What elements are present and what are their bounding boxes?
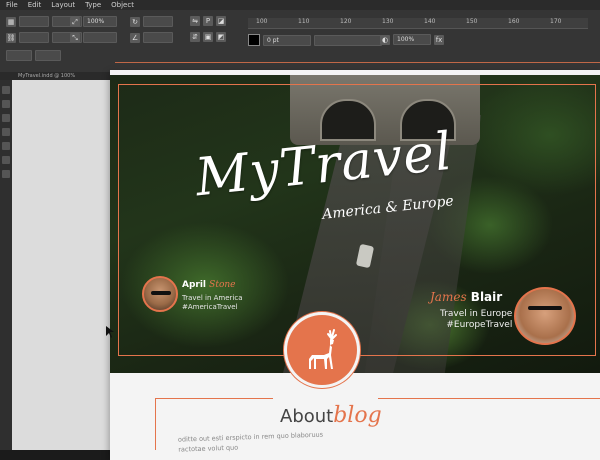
stroke-color-swatch[interactable] — [248, 34, 260, 46]
effects-icon[interactable]: fx — [434, 34, 444, 45]
ruler-tick: 100 — [256, 18, 268, 25]
shear-field[interactable] — [143, 32, 173, 43]
author-hashtag: #AmericaTravel — [182, 303, 238, 311]
rotate-field[interactable] — [143, 16, 173, 27]
menu-edit[interactable]: Edit — [28, 0, 42, 10]
flip-vertical-icon[interactable]: ⇵ — [190, 32, 200, 42]
ruler-tick: 150 — [466, 18, 478, 25]
ruler-tick: 120 — [340, 18, 352, 25]
author-tagline: Travel in Europe — [440, 309, 513, 319]
scale-field[interactable] — [6, 50, 32, 61]
zoom-field[interactable]: 100% — [83, 16, 117, 27]
author-info-left[interactable]: Travel in America #AmericaTravel — [182, 294, 243, 312]
about-accent: blog — [333, 403, 382, 428]
author-info-right[interactable]: Travel in Europe #EuropeTravel — [440, 309, 512, 331]
flip-horizontal-icon[interactable]: ⇋ — [190, 16, 200, 26]
stroke-type-select[interactable] — [314, 34, 382, 46]
selection-tool-icon[interactable] — [2, 86, 10, 94]
menu-bar: File Edit Layout Type Object — [0, 0, 600, 10]
y-field[interactable] — [19, 32, 49, 43]
author-name-left[interactable]: April Stone — [182, 280, 236, 290]
type-tool-icon[interactable] — [2, 142, 10, 150]
author-tagline: Travel in America — [182, 294, 243, 302]
ruler-tick: 160 — [508, 18, 520, 25]
opacity-icon[interactable]: ◐ — [380, 34, 390, 45]
ruler-tick: 140 — [424, 18, 436, 25]
gap-tool-icon[interactable] — [2, 128, 10, 136]
mouse-cursor-icon — [106, 326, 114, 338]
author-last-name: Blair — [470, 290, 503, 304]
control-panel: ▦ ⛓ ⤢ 100% ⤡ ↻ ∠ ⇋ P ◪ ⇵ ▣ ◩ 100 110 120 — [0, 10, 600, 73]
reference-point-icon[interactable]: ▦ — [6, 16, 16, 27]
scale-y-field[interactable] — [35, 50, 61, 61]
author-hashtag: #EuropeTravel — [446, 320, 513, 330]
deer-logo[interactable] — [287, 315, 357, 385]
menu-type[interactable]: Type — [85, 0, 101, 10]
about-rule-left — [155, 398, 273, 399]
type-on-path-icon[interactable]: P — [203, 16, 213, 26]
about-rule-right — [378, 398, 600, 399]
constrain-icon[interactable]: ⛓ — [6, 32, 16, 43]
author-first-name: April — [182, 280, 207, 290]
sunglasses-shape — [151, 291, 171, 295]
author-name-right[interactable]: James Blair — [430, 290, 502, 304]
about-rule-vertical — [155, 398, 156, 450]
ruler-tick: 130 — [382, 18, 394, 25]
scale-y-input[interactable] — [83, 32, 117, 43]
ruler-tick: 110 — [298, 18, 310, 25]
scale-y-icon[interactable]: ⤡ — [70, 32, 80, 43]
opacity-field[interactable]: 100% — [393, 34, 431, 45]
tools-panel — [0, 80, 12, 450]
about-heading[interactable]: Aboutblog — [280, 403, 382, 428]
avatar-james[interactable] — [514, 287, 576, 345]
avatar-april[interactable] — [142, 276, 178, 312]
menu-object[interactable]: Object — [111, 0, 134, 10]
x-field[interactable] — [19, 16, 49, 27]
fill-swatch-icon[interactable]: ◪ — [216, 16, 226, 26]
shear-icon[interactable]: ∠ — [130, 32, 140, 43]
rotate-icon[interactable]: ↻ — [130, 16, 140, 27]
sunglasses-shape — [528, 306, 562, 310]
line-tool-icon[interactable] — [2, 156, 10, 164]
page-margin-guide — [115, 62, 600, 63]
scale-icon[interactable]: ⤢ — [70, 16, 80, 27]
stroke-swatch-icon[interactable]: ◩ — [216, 32, 226, 42]
select-container-icon[interactable]: ▣ — [203, 32, 213, 42]
menu-layout[interactable]: Layout — [51, 0, 75, 10]
pen-tool-icon[interactable] — [2, 170, 10, 178]
deer-icon — [309, 329, 337, 369]
horizontal-ruler: 100 110 120 130 140 150 160 170 — [248, 18, 588, 29]
menu-file[interactable]: File — [6, 0, 18, 10]
stroke-weight-field[interactable]: 0 pt — [263, 34, 311, 46]
author-last-name: Stone — [209, 280, 236, 290]
page-tool-icon[interactable] — [2, 114, 10, 122]
ruler-tick: 170 — [550, 18, 562, 25]
about-word: About — [280, 406, 334, 427]
direct-selection-tool-icon[interactable] — [2, 100, 10, 108]
author-first-name: James — [430, 290, 467, 304]
